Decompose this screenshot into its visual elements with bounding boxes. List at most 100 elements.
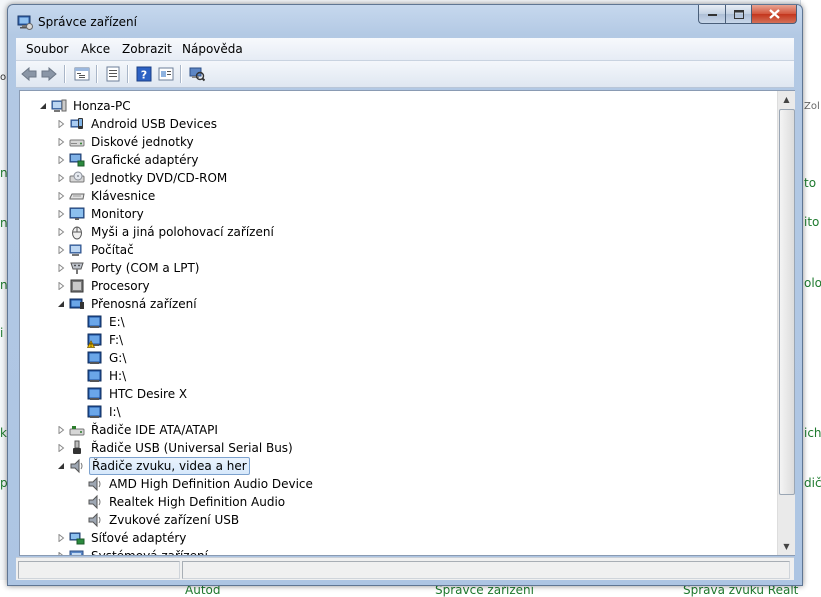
- tree-device-portable[interactable]: I:\: [74, 403, 123, 421]
- title-bar[interactable]: Správce zařízení: [8, 5, 802, 37]
- properties-button[interactable]: [103, 64, 123, 84]
- forward-button[interactable]: [39, 64, 59, 84]
- tree-node-label: H:\: [109, 369, 127, 383]
- keyboard-icon: [69, 193, 85, 200]
- menu-view[interactable]: Zobrazit: [122, 42, 172, 56]
- tree-category[interactable]: Monitory: [56, 205, 146, 223]
- tree-node-label: Android USB Devices: [91, 117, 217, 131]
- expand-toggle[interactable]: [56, 245, 66, 255]
- expand-toggle[interactable]: [56, 227, 66, 237]
- expand-toggle[interactable]: [56, 299, 66, 309]
- tree-category[interactable]: Diskové jednotky: [56, 133, 196, 151]
- tree-node-label: Jednotky DVD/CD-ROM: [91, 171, 228, 185]
- menu-action[interactable]: Akce: [81, 42, 110, 56]
- tree-device-audio[interactable]: Realtek High Definition Audio: [74, 493, 287, 511]
- bg-fragment: ito: [804, 215, 820, 229]
- tree-category[interactable]: Procesory: [56, 277, 152, 295]
- expand-toggle[interactable]: [56, 443, 66, 453]
- toolbar-separator: [64, 65, 66, 83]
- expand-toggle[interactable]: [56, 263, 66, 273]
- forward-icon: [41, 67, 57, 81]
- tree-category-portable-devices[interactable]: Přenosná zařízení: [56, 295, 199, 313]
- status-cell: [182, 561, 790, 579]
- collapsed-arrow-icon: [58, 264, 65, 272]
- dvd-drive-icon: [69, 171, 85, 183]
- drive-device-icon: [87, 333, 102, 348]
- tree-category[interactable]: Systémová zařízení: [56, 547, 210, 555]
- expand-toggle[interactable]: [56, 281, 66, 291]
- tree-view-button[interactable]: [72, 64, 92, 84]
- tree-node-label: Grafické adaptéry: [91, 153, 199, 167]
- close-button[interactable]: [751, 5, 797, 24]
- expand-toggle[interactable]: [56, 551, 66, 555]
- vertical-scrollbar[interactable]: ▲ ▼: [777, 91, 795, 555]
- tree-category[interactable]: Klávesnice: [56, 187, 157, 205]
- tree-device-audio[interactable]: AMD High Definition Audio Device: [74, 475, 315, 493]
- minimize-button[interactable]: [698, 5, 725, 24]
- usb-icon: [73, 440, 81, 454]
- tree-node-label: I:\: [109, 405, 121, 419]
- scroll-down-button[interactable]: ▼: [778, 538, 795, 555]
- scroll-thumb[interactable]: [779, 109, 795, 495]
- close-icon: [768, 9, 780, 19]
- expand-toggle[interactable]: [56, 461, 66, 471]
- tree-node-label: HTC Desire X: [109, 387, 188, 401]
- expand-toggle[interactable]: [56, 191, 66, 201]
- expanded-arrow-icon: [40, 103, 46, 109]
- scan-hardware-button[interactable]: [187, 64, 207, 84]
- device-manager-window: Správce zařízení Soubor Akce Zobrazit Ná…: [7, 4, 803, 586]
- expand-toggle[interactable]: [56, 209, 66, 219]
- tree-node-label: Monitory: [91, 207, 144, 221]
- tree-category[interactable]: Řadiče IDE ATA/ATAPI: [56, 421, 220, 439]
- speaker-icon: [88, 494, 101, 510]
- collapsed-arrow-icon: [58, 426, 65, 434]
- expand-toggle[interactable]: [56, 425, 66, 435]
- tree-device-portable[interactable]: E:\: [74, 313, 127, 331]
- system-device-icon: [69, 550, 84, 555]
- expand-toggle[interactable]: [56, 173, 66, 183]
- tree-category[interactable]: Jednotky DVD/CD-ROM: [56, 169, 229, 187]
- tree-category-sound[interactable]: Řadiče zvuku, videa a her: [56, 457, 250, 475]
- tree-node-label: Myši a jiná polohovací zařízení: [91, 225, 274, 239]
- update-driver-button[interactable]: [156, 64, 176, 84]
- ide-controller-icon: [69, 426, 85, 436]
- tree-category[interactable]: Android USB Devices: [56, 115, 219, 133]
- tree-category[interactable]: Myši a jiná polohovací zařízení: [56, 223, 276, 241]
- toolbar-separator: [180, 65, 182, 83]
- expand-toggle[interactable]: [56, 119, 66, 129]
- expand-toggle[interactable]: [56, 155, 66, 165]
- tree-node-label: Diskové jednotky: [91, 135, 194, 149]
- menu-file[interactable]: Soubor: [26, 42, 68, 56]
- status-bar: [16, 557, 794, 580]
- tree-category[interactable]: Řadiče USB (Universal Serial Bus): [56, 439, 295, 457]
- display-adapter-icon: [69, 153, 85, 167]
- tree-category[interactable]: Grafické adaptéry: [56, 151, 201, 169]
- expand-toggle[interactable]: [56, 137, 66, 147]
- menu-help[interactable]: Nápověda: [182, 42, 243, 56]
- back-button[interactable]: [19, 64, 39, 84]
- tree-node-label: Síťové adaptéry: [91, 531, 187, 545]
- tree-device-audio[interactable]: Zvukové zařízení USB: [74, 511, 241, 529]
- expand-toggle[interactable]: [38, 101, 48, 111]
- scroll-down-icon: ▼: [783, 542, 790, 551]
- expand-toggle[interactable]: [56, 533, 66, 543]
- scroll-up-button[interactable]: ▲: [778, 91, 795, 108]
- tree-device-portable[interactable]: HTC Desire X: [74, 385, 189, 403]
- tree-device-portable[interactable]: G:\: [74, 349, 128, 367]
- help-button[interactable]: ?: [134, 64, 154, 84]
- maximize-button[interactable]: [725, 5, 751, 24]
- tree-node-label: Řadiče zvuku, videa a her: [89, 457, 250, 475]
- tree-category[interactable]: Počítač: [56, 241, 136, 259]
- tree-category[interactable]: Síťové adaptéry: [56, 529, 188, 547]
- speaker-icon: [88, 476, 101, 492]
- collapsed-arrow-icon: [58, 120, 65, 128]
- port-icon: [70, 262, 84, 274]
- tree-category[interactable]: Porty (COM a LPT): [56, 259, 201, 277]
- tree-device-portable[interactable]: F:\: [74, 331, 125, 349]
- tree-root-computer[interactable]: Honza-PC: [38, 97, 133, 115]
- tree-device-portable[interactable]: H:\: [74, 367, 128, 385]
